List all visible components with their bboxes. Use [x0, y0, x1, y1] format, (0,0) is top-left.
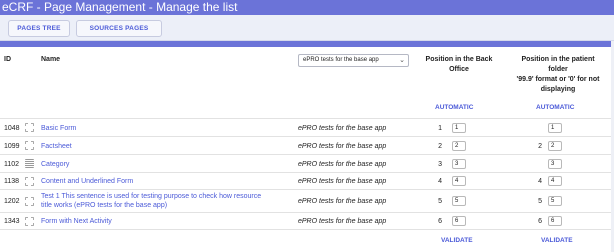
sources-pages-button[interactable]: SOURCES PAGES — [76, 20, 162, 37]
pf-position-input[interactable]: 5 — [548, 196, 562, 206]
pf-position-input[interactable]: 6 — [548, 216, 562, 226]
header-line: '99.9' format or '0' for not — [516, 76, 600, 83]
row-pf-position: 5 — [538, 198, 542, 205]
column-header-back-office: Position in the Back Office — [412, 55, 506, 75]
row-id: 1202 — [4, 198, 20, 205]
row-name-link[interactable]: Factsheet — [41, 142, 291, 151]
header-line: folder — [548, 66, 568, 73]
row-pf-position: 2 — [538, 143, 542, 150]
category-filter-select[interactable]: ePRO tests for the base app ⌄ — [298, 54, 409, 67]
row-name-line: title works (ePRO tests for the base app… — [41, 202, 168, 209]
table-row: 1048 Basic Form ePRO tests for the base … — [0, 118, 614, 136]
row-id: 1099 — [4, 143, 20, 150]
row-category: ePRO tests for the base app — [298, 218, 387, 225]
bo-position-input[interactable]: 2 — [452, 141, 466, 151]
bo-position-input[interactable]: 3 — [452, 159, 466, 169]
page-icon — [25, 217, 34, 226]
row-id: 1102 — [4, 161, 20, 168]
row-name-link[interactable]: Category — [41, 160, 291, 169]
row-name-link[interactable]: Form with Next Activity — [41, 217, 291, 226]
page-icon — [25, 141, 34, 150]
toolbar: PAGES TREE SOURCES PAGES — [0, 15, 614, 41]
list-page-icon — [25, 159, 34, 168]
header-line: Office — [449, 66, 469, 73]
pf-position-input[interactable]: 2 — [548, 141, 562, 151]
page-title: eCRF - Page Management - Manage the list — [2, 0, 238, 14]
validate-patient-folder-button[interactable]: VALIDATE — [541, 237, 573, 244]
row-bo-position: 2 — [438, 143, 442, 150]
row-name-line: Test 1 This sentence is used for testing… — [41, 193, 262, 200]
pages-tree-button[interactable]: PAGES TREE — [8, 20, 70, 37]
automatic-back-office-link[interactable]: AUTOMATIC — [435, 104, 473, 111]
automatic-patient-folder-link[interactable]: AUTOMATIC — [536, 104, 574, 111]
row-pf-position: 4 — [538, 178, 542, 185]
table-row: 1102 Category ePRO tests for the base ap… — [0, 154, 614, 172]
row-id: 1138 — [4, 178, 20, 185]
title-bar: eCRF - Page Management - Manage the list — [0, 0, 614, 15]
row-name-link[interactable]: Test 1 This sentence is used for testing… — [41, 192, 291, 210]
row-bo-position: 6 — [438, 218, 442, 225]
header-band — [0, 41, 614, 47]
row-id: 1048 — [4, 125, 20, 132]
row-category: ePRO tests for the base app — [298, 143, 387, 150]
row-name-link[interactable]: Basic Form — [41, 124, 291, 133]
row-id: 1343 — [4, 218, 20, 225]
bo-position-input[interactable]: 5 — [452, 196, 466, 206]
header-line: Position in the Back — [425, 56, 493, 63]
row-bo-position: 4 — [438, 178, 442, 185]
category-filter-value: ePRO tests for the base app — [303, 57, 379, 63]
row-bo-position: 5 — [438, 198, 442, 205]
row-bo-position: 1 — [438, 125, 442, 132]
table-row: 1343 Form with Next Activity ePRO tests … — [0, 212, 614, 230]
bo-position-input[interactable]: 4 — [452, 176, 466, 186]
validate-back-office-button[interactable]: VALIDATE — [441, 237, 473, 244]
row-name-link[interactable]: Content and Underlined Form — [41, 177, 291, 186]
bo-position-input[interactable]: 6 — [452, 216, 466, 226]
table-row: 1138 Content and Underlined Form ePRO te… — [0, 172, 614, 189]
row-category: ePRO tests for the base app — [298, 178, 387, 185]
row-category: ePRO tests for the base app — [298, 198, 387, 205]
row-category: ePRO tests for the base app — [298, 161, 387, 168]
pf-position-input[interactable]: 1 — [548, 123, 562, 133]
page-icon — [25, 177, 34, 186]
page-icon — [25, 197, 34, 206]
header-line: Position in the patient — [521, 56, 595, 63]
chevron-down-icon: ⌄ — [399, 57, 405, 64]
bo-position-input[interactable]: 1 — [452, 123, 466, 133]
pf-position-input[interactable]: 3 — [548, 159, 562, 169]
column-header-patient-folder: Position in the patient folder '99.9' fo… — [506, 55, 610, 95]
column-header-name: Name — [41, 56, 61, 63]
table-row: 1202 Test 1 This sentence is used for te… — [0, 189, 614, 212]
row-category: ePRO tests for the base app — [298, 125, 387, 132]
column-header-id: ID — [4, 56, 11, 63]
row-pf-position: 6 — [538, 218, 542, 225]
row-bo-position: 3 — [438, 161, 442, 168]
table-row: 1099 Factsheet ePRO tests for the base a… — [0, 136, 614, 154]
pf-position-input[interactable]: 4 — [548, 176, 562, 186]
header-line: displaying — [540, 86, 576, 93]
page-icon — [25, 123, 34, 132]
